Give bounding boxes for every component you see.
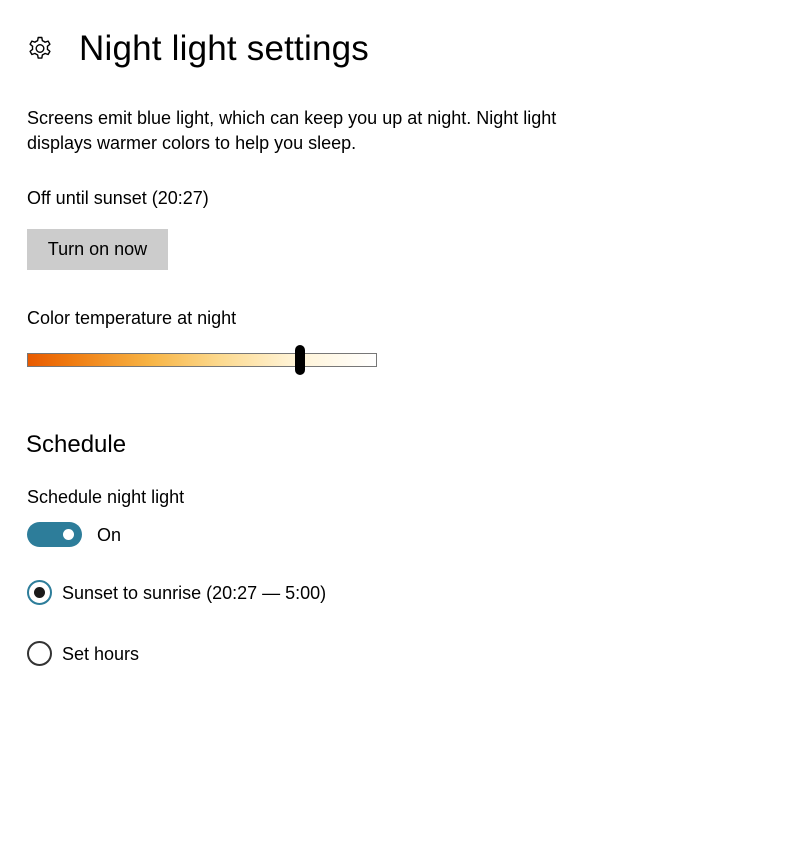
- page-title: Night light settings: [79, 29, 369, 68]
- schedule-heading: Schedule: [26, 431, 127, 458]
- schedule-toggle[interactable]: [27, 522, 82, 547]
- status-text: Off until sunset (20:27): [27, 188, 209, 208]
- radio-label-sunset-to-sunrise[interactable]: Sunset to sunrise (20:27 — 5:00): [62, 582, 326, 604]
- page-header: Night light settings: [26, 28, 369, 70]
- radio-label-set-hours[interactable]: Set hours: [62, 643, 139, 665]
- color-temperature-label: Color temperature at night: [27, 308, 237, 328]
- radio-selected-dot: [34, 587, 45, 598]
- slider-thumb[interactable]: [295, 345, 305, 375]
- color-temperature-slider[interactable]: [27, 353, 377, 367]
- toggle-knob: [63, 529, 74, 540]
- schedule-night-light-label: Schedule night light: [27, 487, 185, 507]
- turn-on-now-button[interactable]: Turn on now: [27, 229, 168, 270]
- radio-sunset-to-sunrise[interactable]: [27, 580, 52, 605]
- toggle-state-label: On: [97, 525, 122, 545]
- radio-set-hours[interactable]: [27, 641, 52, 666]
- gear-icon: [26, 35, 54, 63]
- description-text: Screens emit blue light, which can keep …: [27, 108, 557, 153]
